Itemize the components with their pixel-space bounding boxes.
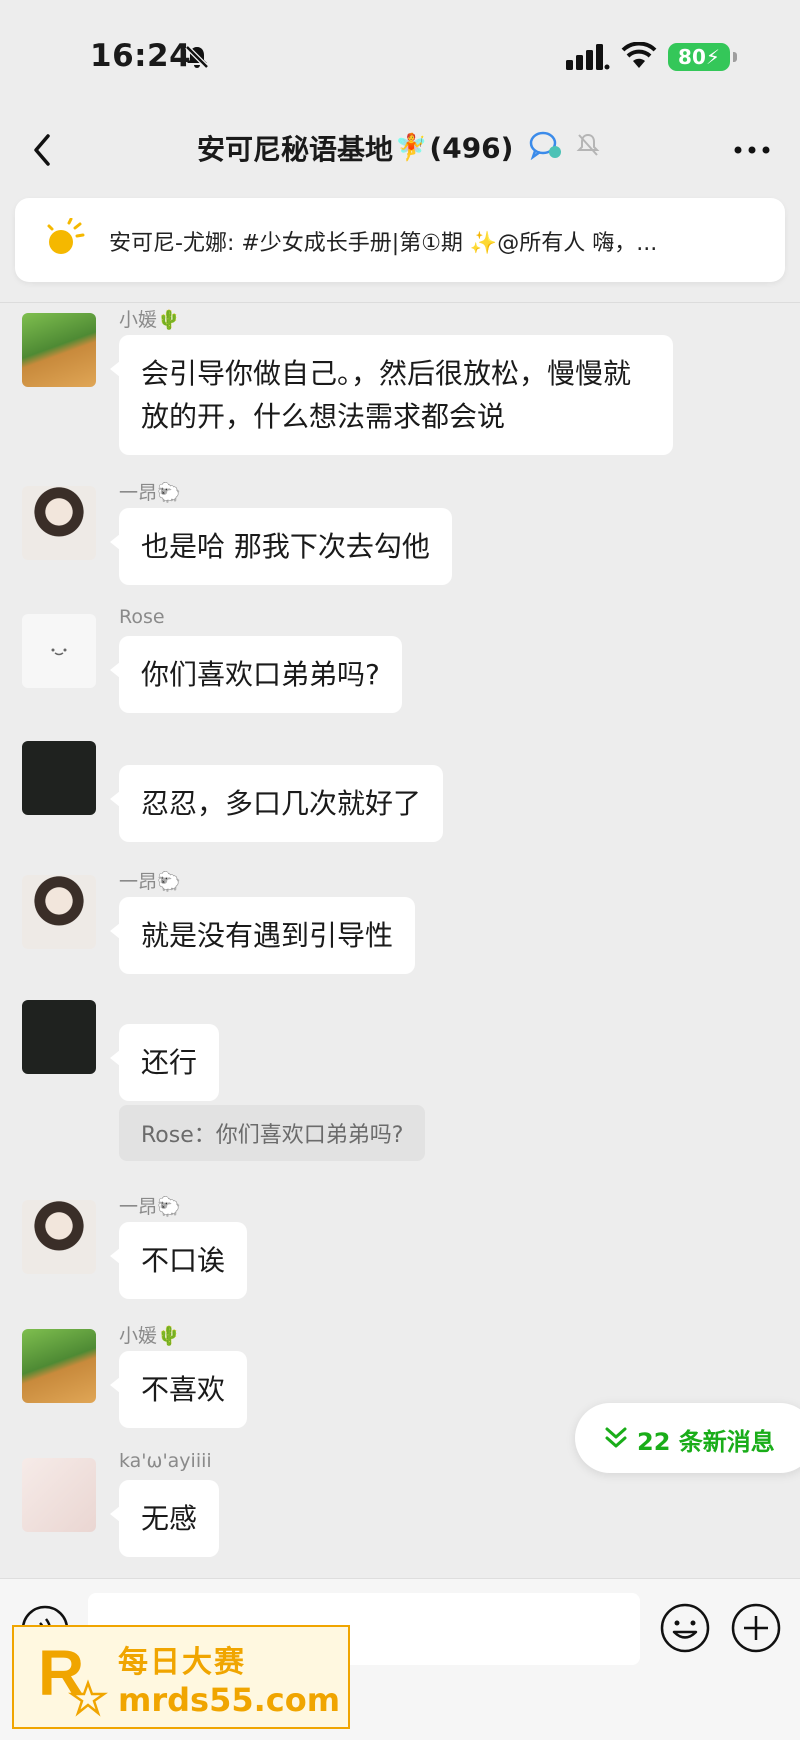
wifi-icon — [621, 42, 657, 68]
avatar[interactable] — [22, 875, 96, 949]
status-time: 16:24 — [90, 38, 192, 74]
sender-name: 小媛🌵 — [119, 309, 181, 331]
avatar[interactable] — [22, 1458, 96, 1532]
sun-icon — [47, 218, 85, 254]
double-chevron-down-icon — [605, 1427, 627, 1448]
quoted-message[interactable]: Rose：你们喜欢口弟弟吗? — [119, 1105, 426, 1161]
sender-name: 小媛🌵 — [119, 1325, 181, 1347]
message-bubble[interactable]: 还行 — [109, 1024, 220, 1101]
watermark-url: mrds55.com — [118, 1681, 341, 1719]
title-icons — [529, 130, 603, 167]
battery-tip — [733, 52, 737, 62]
message-bubble[interactable]: 会引导你做自己。，然后很放松，慢慢就放的开，什么想法需求都会说 — [110, 335, 673, 455]
watermark: R 每日大赛 mrds55.com — [12, 1625, 350, 1729]
add-icon[interactable] — [730, 1602, 782, 1654]
battery-level: 80 — [678, 45, 706, 69]
avatar[interactable] — [22, 486, 96, 560]
new-messages-button[interactable]: 22 条新消息 — [575, 1403, 800, 1473]
avatar[interactable] — [22, 1000, 96, 1074]
message-bubble[interactable]: 也是哈 那我下次去勾他 — [110, 508, 452, 585]
sender-name: ka'ω'ayiiii — [119, 1450, 212, 1472]
pinned-text: 安可尼-尤娜: #少女成长手册|第①期 ✨@所有人 嗨，... — [109, 231, 658, 256]
group-name: 安可尼秘语基地 — [197, 133, 394, 166]
avatar[interactable] — [22, 614, 96, 688]
new-messages-label: 22 条新消息 — [637, 1428, 775, 1456]
avatar[interactable] — [22, 741, 96, 815]
charging-bolt-icon: ⚡ — [705, 45, 720, 69]
bell-off-icon — [185, 45, 209, 69]
group-chat-icon — [529, 131, 562, 160]
sender-name: Rose — [119, 606, 165, 628]
message-bubble[interactable]: 忍忍，多口几次就好了 — [109, 765, 444, 842]
watermark-logo: R — [38, 1637, 108, 1717]
member-count: (496) — [429, 131, 514, 165]
avatar[interactable] — [22, 313, 96, 387]
message-bubble[interactable]: 你们喜欢口弟弟吗? — [110, 636, 402, 713]
avatar[interactable] — [22, 1329, 96, 1403]
more-dots-icon — [734, 146, 770, 154]
message-bubble[interactable]: 无感 — [109, 1480, 220, 1557]
chat-title: 安可尼秘语基地🧚(496) — [0, 128, 800, 168]
message-bubble[interactable]: 不口诶 — [109, 1222, 248, 1299]
avatar[interactable] — [22, 1200, 96, 1274]
battery-indicator: 80⚡ — [668, 43, 730, 71]
message-bubble[interactable]: 就是没有遇到引导性 — [109, 897, 416, 974]
signal-icon — [566, 44, 610, 70]
pinned-announcement[interactable]: 安可尼-尤娜: #少女成长手册|第①期 ✨@所有人 嗨，... — [15, 198, 785, 282]
smiley-face-icon — [51, 648, 67, 656]
chat-header: 安可尼秘语基地🧚(496) — [0, 110, 800, 190]
emoji-icon[interactable] — [659, 1602, 711, 1654]
sender-name: 一昂🐑 — [119, 482, 181, 504]
status-bar: 16:24 80⚡ — [0, 0, 800, 110]
mute-icon — [576, 133, 600, 156]
sender-name: 一昂🐑 — [119, 1196, 181, 1218]
watermark-text: 每日大赛 — [118, 1645, 246, 1680]
message-bubble[interactable]: 不喜欢 — [109, 1351, 248, 1428]
sender-name: 一昂🐑 — [119, 871, 181, 893]
divider — [0, 302, 800, 303]
more-options-button[interactable] — [728, 130, 776, 170]
fairy-icon: 🧚 — [395, 133, 428, 163]
